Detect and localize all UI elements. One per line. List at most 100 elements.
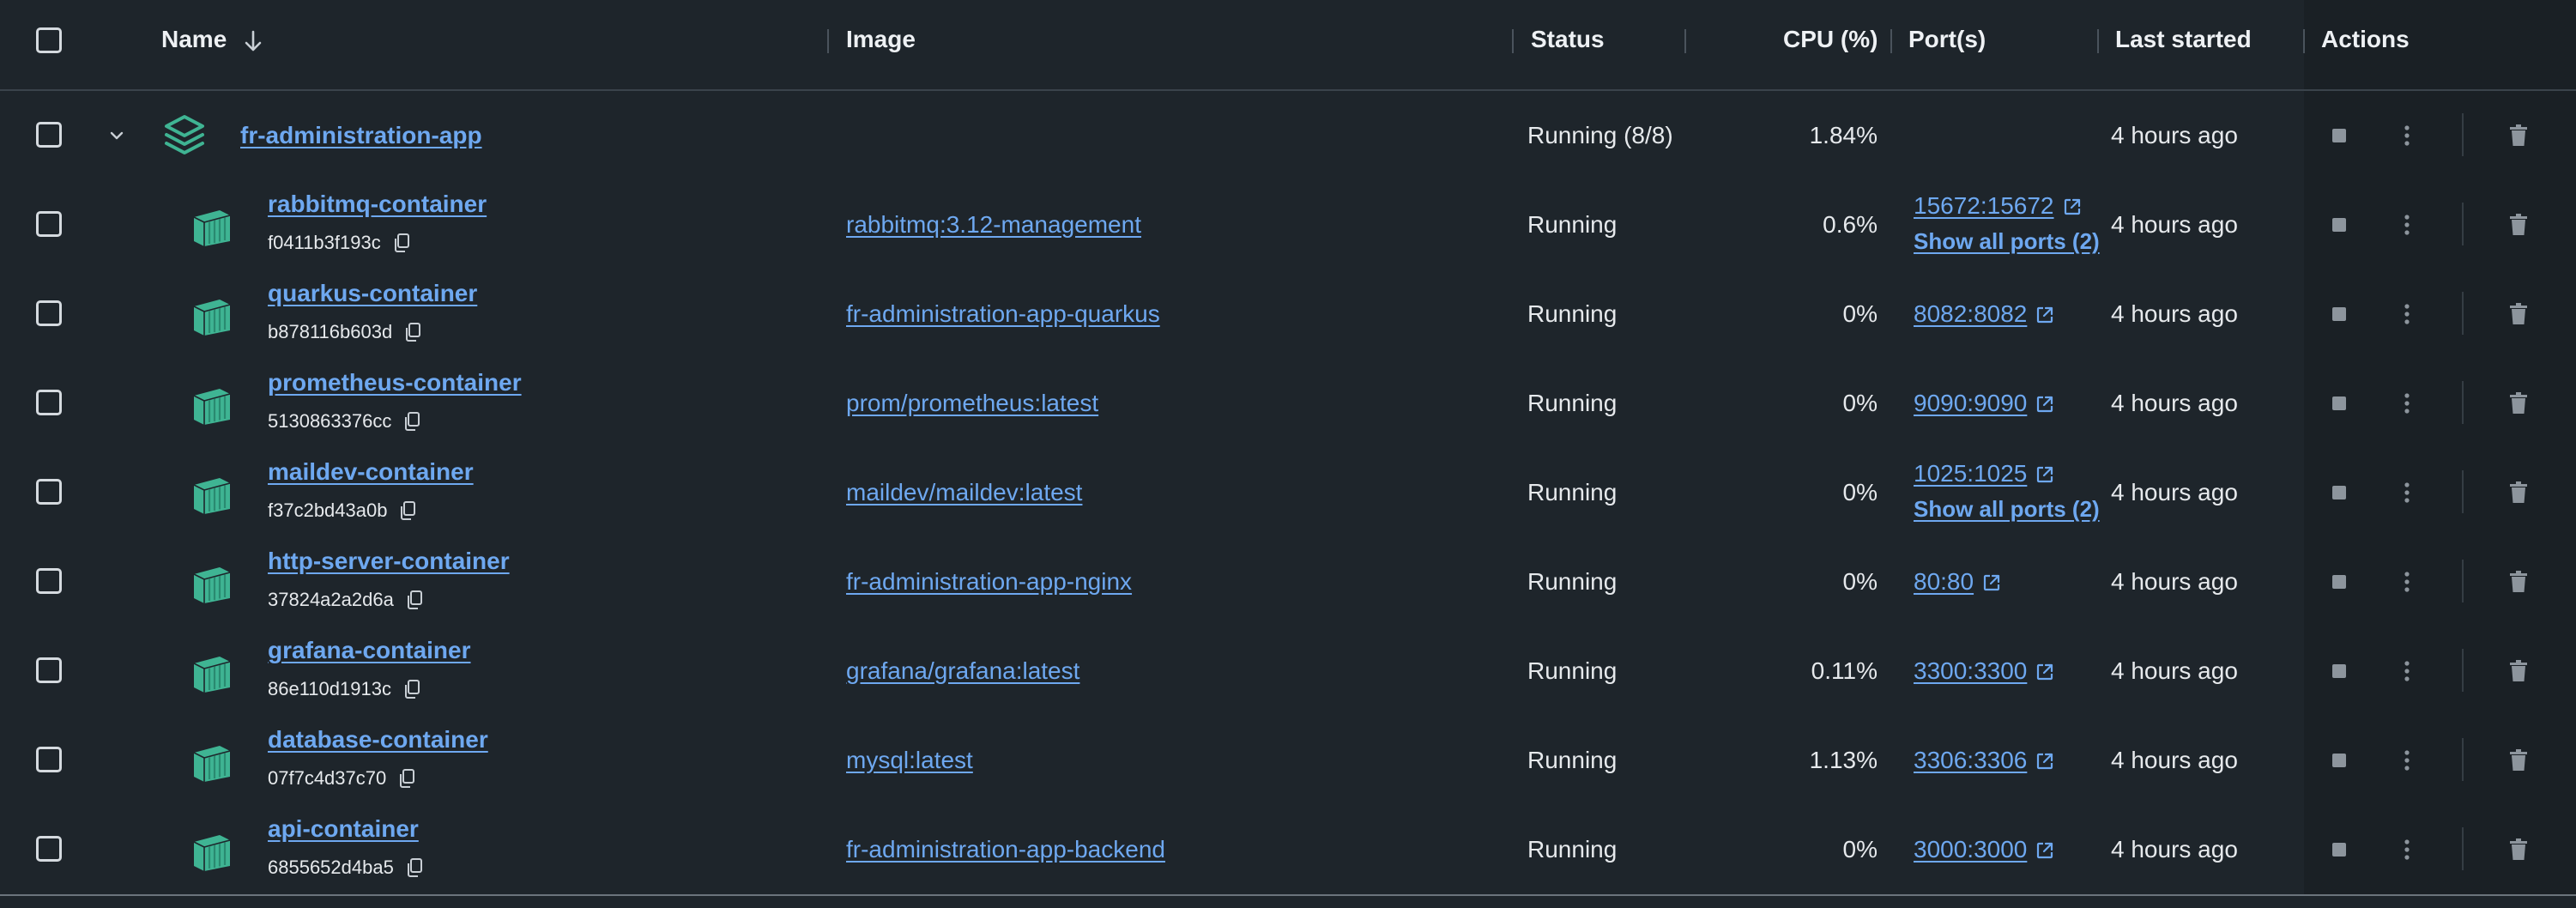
- image-link[interactable]: fr-administration-app-quarkus: [846, 300, 1160, 328]
- header-cpu[interactable]: CPU (%): [1783, 26, 1878, 53]
- table-row[interactable]: rabbitmq-container f0411b3f193c rabbitmq…: [0, 180, 2576, 269]
- stop-icon[interactable]: [2332, 396, 2346, 410]
- table-row[interactable]: grafana-container 86e110d1913c grafana/g…: [0, 627, 2576, 716]
- stop-icon[interactable]: [2332, 575, 2346, 589]
- port-link[interactable]: 3300:3300: [1914, 657, 2027, 684]
- row-checkbox[interactable]: [36, 836, 62, 862]
- external-link-icon[interactable]: [2035, 465, 2054, 484]
- image-link[interactable]: fr-administration-app-nginx: [846, 568, 1132, 596]
- external-link-icon[interactable]: [2035, 841, 2054, 860]
- image-link[interactable]: prom/prometheus:latest: [846, 390, 1098, 417]
- kebab-menu-icon[interactable]: [2404, 481, 2410, 504]
- table-row[interactable]: quarkus-container b878116b603d fr-admini…: [0, 269, 2576, 359]
- port-link[interactable]: 80:80: [1914, 568, 1974, 595]
- table-row[interactable]: prometheus-container 5130863376cc prom/p…: [0, 359, 2576, 448]
- column-resizer[interactable]: [827, 29, 829, 53]
- image-link[interactable]: mysql:latest: [846, 747, 973, 774]
- image-link[interactable]: rabbitmq:3.12-management: [846, 211, 1141, 239]
- table-row[interactable]: maildev-container f37c2bd43a0b maildev/m…: [0, 448, 2576, 537]
- header-ports[interactable]: Port(s): [1908, 26, 1986, 53]
- column-resizer[interactable]: [1890, 29, 1892, 53]
- row-checkbox[interactable]: [36, 122, 62, 148]
- row-checkbox[interactable]: [36, 568, 62, 594]
- stop-icon[interactable]: [2332, 664, 2346, 678]
- arrow-down-icon[interactable]: [242, 28, 264, 54]
- header-status[interactable]: Status: [1531, 26, 1605, 53]
- column-resizer[interactable]: [2097, 29, 2099, 53]
- image-link[interactable]: grafana/grafana:latest: [846, 657, 1079, 685]
- row-checkbox[interactable]: [36, 747, 62, 772]
- header-last-started[interactable]: Last started: [2115, 26, 2252, 53]
- kebab-menu-icon[interactable]: [2404, 838, 2410, 861]
- container-name-link[interactable]: http-server-container: [268, 548, 510, 575]
- container-name-link[interactable]: prometheus-container: [268, 369, 522, 396]
- stop-icon[interactable]: [2332, 754, 2346, 767]
- trash-icon[interactable]: [2509, 571, 2528, 593]
- copy-icon[interactable]: [403, 680, 420, 699]
- trash-icon[interactable]: [2509, 124, 2528, 147]
- kebab-menu-icon[interactable]: [2404, 660, 2410, 682]
- external-link-icon[interactable]: [2035, 395, 2054, 414]
- kebab-menu-icon[interactable]: [2404, 124, 2410, 147]
- stop-icon[interactable]: [2332, 486, 2346, 499]
- stop-icon[interactable]: [2332, 843, 2346, 857]
- container-name-link[interactable]: rabbitmq-container: [268, 191, 487, 218]
- show-all-ports-link[interactable]: Show all ports (2): [1914, 228, 2100, 255]
- kebab-menu-icon[interactable]: [2404, 303, 2410, 325]
- copy-icon[interactable]: [393, 233, 410, 252]
- row-checkbox[interactable]: [36, 390, 62, 415]
- external-link-icon[interactable]: [2035, 663, 2054, 681]
- select-all-checkbox[interactable]: [36, 27, 62, 53]
- kebab-menu-icon[interactable]: [2404, 571, 2410, 593]
- copy-icon[interactable]: [406, 858, 423, 877]
- trash-icon[interactable]: [2509, 660, 2528, 682]
- table-row[interactable]: database-container 07f7c4d37c70 mysql:la…: [0, 716, 2576, 805]
- copy-icon[interactable]: [399, 501, 416, 520]
- trash-icon[interactable]: [2509, 214, 2528, 236]
- trash-icon[interactable]: [2509, 303, 2528, 325]
- port-link[interactable]: 3306:3306: [1914, 747, 2027, 773]
- column-resizer[interactable]: [1684, 29, 1686, 53]
- kebab-menu-icon[interactable]: [2404, 392, 2410, 415]
- copy-icon[interactable]: [406, 590, 423, 609]
- copy-icon[interactable]: [404, 323, 421, 342]
- kebab-menu-icon[interactable]: [2404, 749, 2410, 772]
- copy-icon[interactable]: [403, 412, 420, 431]
- header-name[interactable]: Name: [161, 26, 227, 53]
- container-name-link[interactable]: database-container: [268, 726, 488, 754]
- container-name-link[interactable]: quarkus-container: [268, 280, 477, 307]
- trash-icon[interactable]: [2509, 481, 2528, 504]
- row-checkbox[interactable]: [36, 300, 62, 326]
- port-link[interactable]: 1025:1025: [1914, 460, 2027, 487]
- port-link[interactable]: 3000:3000: [1914, 836, 2027, 863]
- port-link[interactable]: 8082:8082: [1914, 300, 2027, 327]
- trash-icon[interactable]: [2509, 838, 2528, 861]
- kebab-menu-icon[interactable]: [2404, 214, 2410, 236]
- external-link-icon[interactable]: [2063, 197, 2082, 216]
- header-image[interactable]: Image: [846, 26, 916, 53]
- column-resizer[interactable]: [1512, 29, 1514, 53]
- container-name-link[interactable]: maildev-container: [268, 458, 474, 486]
- table-row[interactable]: http-server-container 37824a2a2d6a fr-ad…: [0, 537, 2576, 627]
- image-link[interactable]: fr-administration-app-backend: [846, 836, 1165, 863]
- trash-icon[interactable]: [2509, 749, 2528, 772]
- chevron-down-icon[interactable]: [108, 127, 125, 144]
- table-row[interactable]: api-container 6855652d4ba5 fr-administra…: [0, 805, 2576, 894]
- port-link[interactable]: 15672:15672: [1914, 192, 2054, 219]
- container-name-link[interactable]: api-container: [268, 815, 419, 843]
- show-all-ports-link[interactable]: Show all ports (2): [1914, 496, 2100, 523]
- external-link-icon[interactable]: [2035, 752, 2054, 771]
- external-link-icon[interactable]: [2035, 306, 2054, 324]
- trash-icon[interactable]: [2509, 392, 2528, 415]
- container-name-link[interactable]: grafana-container: [268, 637, 471, 664]
- stop-icon[interactable]: [2332, 218, 2346, 232]
- column-resizer[interactable]: [2303, 29, 2305, 53]
- row-checkbox[interactable]: [36, 657, 62, 683]
- row-checkbox[interactable]: [36, 211, 62, 237]
- row-checkbox[interactable]: [36, 479, 62, 505]
- group-name-link[interactable]: fr-administration-app: [240, 122, 482, 149]
- external-link-icon[interactable]: [1982, 573, 2001, 592]
- stop-icon[interactable]: [2332, 307, 2346, 321]
- image-link[interactable]: maildev/maildev:latest: [846, 479, 1082, 506]
- copy-icon[interactable]: [398, 769, 415, 788]
